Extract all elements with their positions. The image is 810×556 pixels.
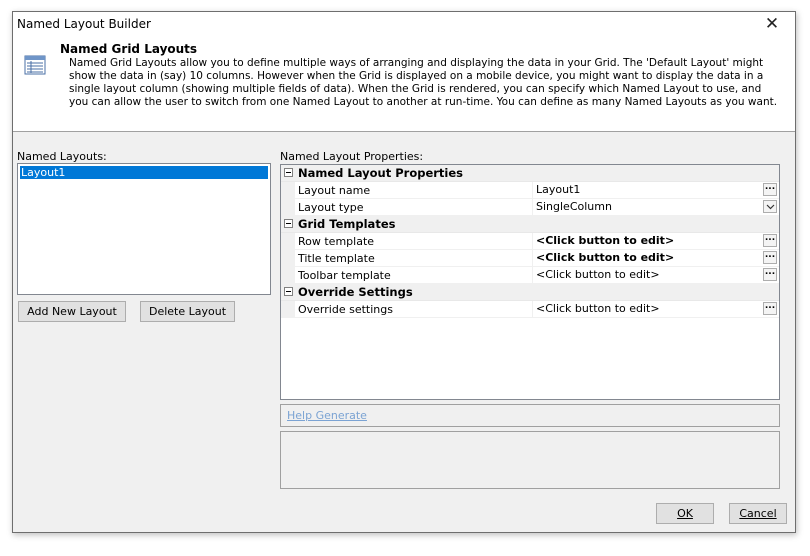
add-new-layout-button[interactable]: Add New Layout — [18, 301, 126, 322]
close-icon: ✕ — [764, 14, 780, 34]
list-item[interactable]: Layout1 — [20, 166, 268, 179]
property-value-text: <Click button to edit> — [536, 251, 675, 264]
property-value-text: <Click button to edit> — [536, 302, 660, 315]
dialog-window: Named Layout Builder ✕ Named Grid Layout… — [12, 11, 796, 533]
ellipsis-button[interactable]: ... — [763, 234, 777, 247]
named-layouts-label: Named Layouts: — [17, 150, 107, 163]
window-title: Named Layout Builder — [17, 17, 151, 31]
header-panel: Named Grid Layouts Named Grid Layouts al… — [13, 36, 795, 132]
property-name: Row template — [298, 235, 375, 248]
row-gutter — [281, 267, 295, 283]
category-label: Override Settings — [298, 285, 413, 299]
ok-label: OK — [677, 507, 693, 520]
row-gutter — [281, 199, 295, 215]
category-override-settings[interactable]: Override Settings — [281, 284, 779, 301]
property-value[interactable]: <Click button to edit> ... — [532, 250, 779, 266]
properties-label: Named Layout Properties: — [280, 150, 424, 163]
title-bar: Named Layout Builder ✕ — [13, 12, 795, 36]
property-value-text: SingleColumn — [536, 200, 612, 213]
delete-layout-button[interactable]: Delete Layout — [140, 301, 235, 322]
category-label: Grid Templates — [298, 217, 396, 231]
property-row-title-template[interactable]: Title template <Click button to edit> ..… — [281, 250, 779, 267]
dropdown-button[interactable] — [763, 200, 777, 213]
property-value-text: <Click button to edit> — [536, 234, 675, 247]
ellipsis-button[interactable]: ... — [763, 183, 777, 196]
category-grid-templates[interactable]: Grid Templates — [281, 216, 779, 233]
row-gutter — [281, 250, 295, 266]
collapse-icon[interactable] — [284, 219, 293, 228]
ok-button[interactable]: OK — [656, 503, 714, 524]
property-value[interactable]: <Click button to edit> ... — [532, 301, 779, 317]
property-value[interactable]: <Click button to edit> ... — [532, 233, 779, 249]
header-description: Named Grid Layouts allow you to define m… — [69, 57, 778, 108]
help-generate-link[interactable]: Help Generate — [287, 409, 367, 422]
cancel-label: Cancel — [739, 507, 777, 520]
header-title: Named Grid Layouts — [60, 42, 198, 56]
ellipsis-button[interactable]: ... — [763, 302, 777, 315]
property-value[interactable]: Layout1 ... — [532, 182, 779, 198]
property-grid[interactable]: Named Layout Properties Layout name Layo… — [280, 164, 780, 400]
property-row-layout-type[interactable]: Layout type SingleColumn — [281, 199, 779, 216]
property-name: Title template — [298, 252, 375, 265]
row-gutter — [281, 233, 295, 249]
property-row-toolbar-template[interactable]: Toolbar template <Click button to edit> … — [281, 267, 779, 284]
named-layouts-list[interactable]: Layout1 — [17, 163, 271, 295]
ellipsis-button[interactable]: ... — [763, 251, 777, 264]
chevron-down-icon — [766, 204, 774, 209]
collapse-icon[interactable] — [284, 168, 293, 177]
property-value-text: Layout1 — [536, 183, 581, 196]
category-label: Named Layout Properties — [298, 166, 464, 180]
property-name: Override settings — [298, 303, 393, 316]
category-named-layout-properties[interactable]: Named Layout Properties — [281, 165, 779, 182]
property-value[interactable]: SingleColumn — [532, 199, 779, 215]
property-value-text: <Click button to edit> — [536, 268, 660, 281]
property-name: Layout type — [298, 201, 364, 214]
close-button[interactable]: ✕ — [749, 12, 795, 36]
row-gutter — [281, 301, 295, 317]
ellipsis-button[interactable]: ... — [763, 268, 777, 281]
property-row-row-template[interactable]: Row template <Click button to edit> ... — [281, 233, 779, 250]
property-value[interactable]: <Click button to edit> ... — [532, 267, 779, 283]
property-name: Toolbar template — [298, 269, 391, 282]
cancel-button[interactable]: Cancel — [729, 503, 787, 524]
row-gutter — [281, 182, 295, 198]
help-panel: Help Generate — [280, 404, 780, 427]
property-name: Layout name — [298, 184, 371, 197]
property-row-layout-name[interactable]: Layout name Layout1 ... — [281, 182, 779, 199]
property-description-panel — [280, 431, 780, 489]
property-row-override-settings[interactable]: Override settings <Click button to edit>… — [281, 301, 779, 318]
grid-layout-icon — [24, 55, 46, 75]
collapse-icon[interactable] — [284, 287, 293, 296]
